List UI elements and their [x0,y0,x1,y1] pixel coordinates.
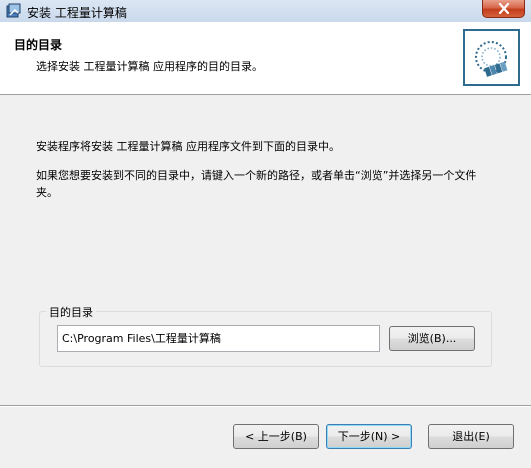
install-description: 安装程序将安装 工程量计算稿 应用程序文件到下面的目录中。 [36,140,340,153]
browse-button[interactable]: 浏览(B)... [389,326,475,351]
button-separator [0,405,531,407]
exit-button[interactable]: 退出(E) [428,424,514,449]
change-directory-hint: 如果您想要安装到不同的目录中，请键入一个新的路径，或者单击“浏览”并选择另一个文… [36,169,477,199]
install-disc-icon [463,29,520,86]
title-bar[interactable]: 安装 工程量计算稿 [0,0,531,22]
page-title: 目的目录 [14,38,63,52]
next-button[interactable]: 下一步(N) > [326,424,412,449]
window-title: 安装 工程量计算稿 [27,6,127,20]
close-icon [498,3,510,14]
page-subtitle: 选择安装 工程量计算稿 应用程序的目的目录。 [36,60,263,73]
destination-path-field[interactable]: C:\Program Files\工程量计算稿 [57,325,380,352]
installer-window: 安装 工程量计算稿 目的目录 选择安装 工程量计算稿 应用程序的目的目录。 安装… [0,0,531,468]
header-banner: 目的目录 选择安装 工程量计算稿 应用程序的目的目录。 [0,22,531,95]
installer-app-icon [6,3,22,19]
close-button[interactable] [482,0,525,18]
back-button[interactable]: < 上一步(B) [233,424,319,449]
destination-group-label: 目的目录 [46,304,96,320]
